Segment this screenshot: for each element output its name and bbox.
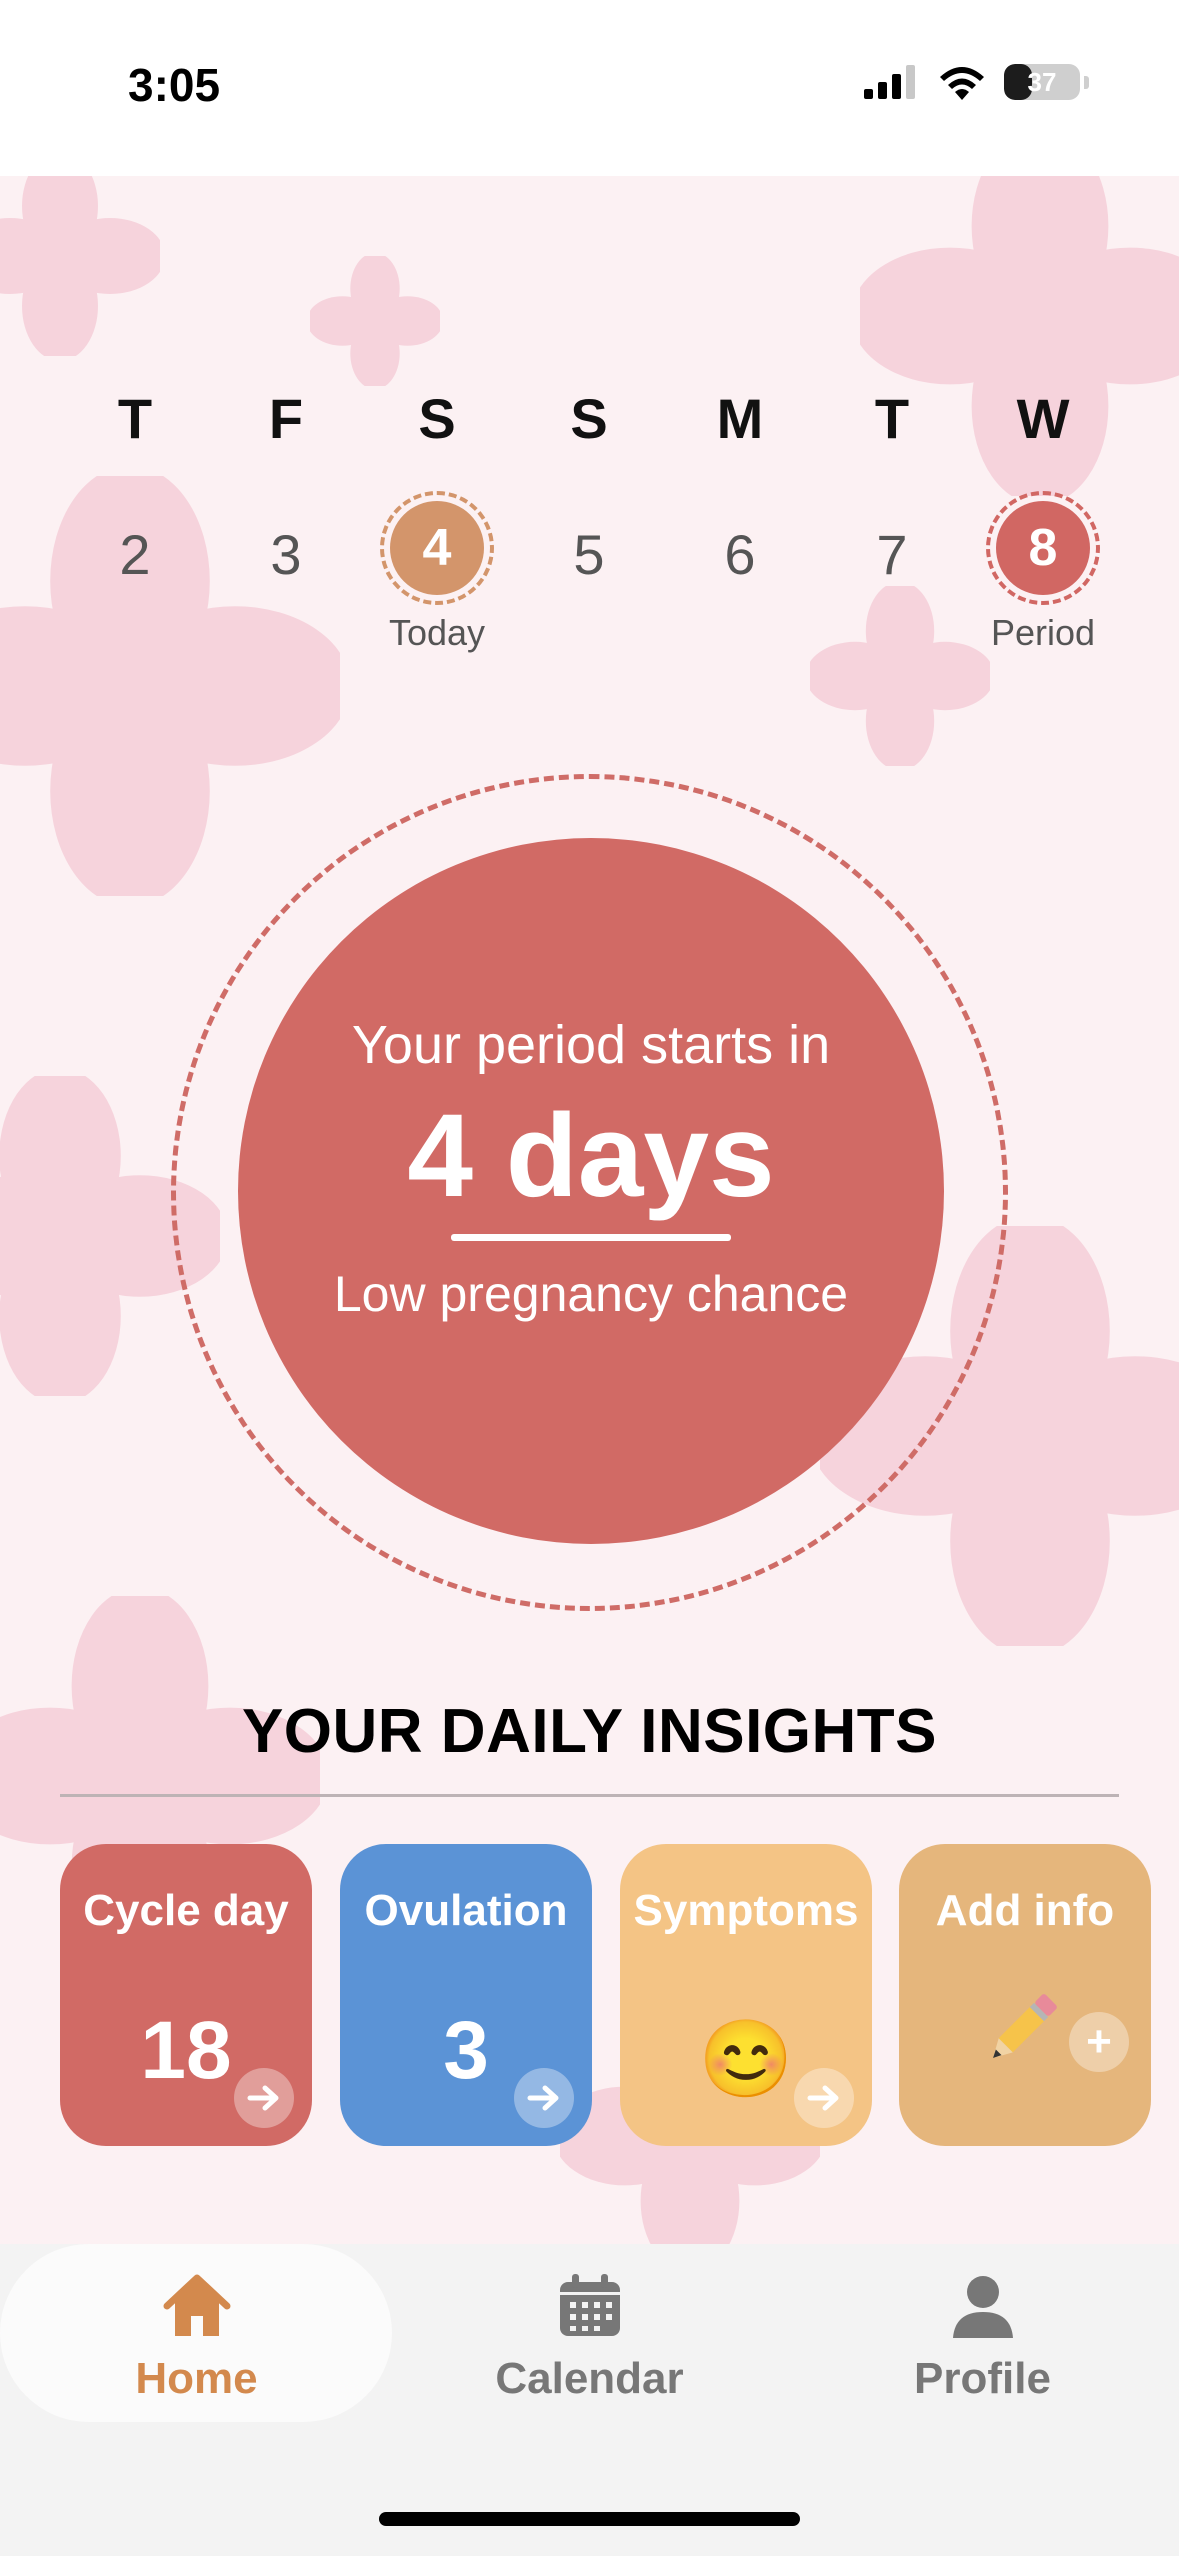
arrow-right-icon[interactable]	[234, 2068, 294, 2128]
wifi-icon	[940, 67, 984, 100]
day-number: 6	[724, 523, 756, 586]
week-strip: T 2 F 3 S 4 Today S 5 M 6 T 7 W 8 Period	[0, 386, 1179, 686]
insights-cards: Cycle day 18 Ovulation 3 Symptoms 😊 Add …	[0, 1844, 1179, 2154]
pencil-icon	[993, 1994, 1057, 2058]
battery-icon: 37	[1004, 64, 1080, 100]
cycle-day-card[interactable]: Cycle day 18	[60, 1844, 312, 2146]
period-caption: Period	[990, 612, 1096, 653]
status-icons: 37	[864, 64, 1089, 100]
tab-label: Home	[135, 2354, 258, 2403]
period-intro-text: Your period starts in	[351, 1015, 831, 1075]
tab-label: Calendar	[495, 2354, 684, 2403]
period-days-count: 4 days	[407, 1090, 775, 1222]
flower-decoration-icon	[0, 176, 160, 356]
day-letter: T	[117, 387, 153, 450]
period-divider	[451, 1234, 731, 1241]
card-label: Ovulation	[364, 1886, 568, 1935]
day-number: 7	[876, 523, 908, 586]
day-letter: F	[268, 387, 304, 450]
card-label: Add info	[935, 1886, 1115, 1935]
card-label: Cycle day	[83, 1886, 289, 1935]
tab-label: Profile	[914, 2354, 1051, 2403]
day-letter: S	[418, 387, 456, 450]
plus-icon[interactable]: +	[1069, 2012, 1129, 2072]
today-caption: Today	[388, 612, 486, 653]
status-bar: 3:05 37	[0, 0, 1179, 176]
home-icon	[163, 2274, 231, 2336]
day-letter: T	[874, 387, 910, 450]
ovulation-card[interactable]: Ovulation 3	[340, 1844, 592, 2146]
flower-decoration-icon	[310, 256, 440, 386]
tab-profile[interactable]: Profile	[786, 2244, 1179, 2424]
battery-level: 37	[1027, 66, 1057, 97]
day-letter: W	[1016, 387, 1070, 450]
day-number: 2	[119, 523, 151, 586]
calendar-icon	[560, 2274, 620, 2336]
signal-icon	[864, 65, 915, 99]
day-number: 5	[573, 523, 605, 586]
pregnancy-chance-text: Low pregnancy chance	[333, 1266, 849, 1322]
insights-title: YOUR DAILY INSIGHTS	[241, 1697, 938, 1766]
period-badge: 8	[986, 491, 1100, 605]
tab-bar: Home Calendar Profile	[0, 2244, 1179, 2556]
day-letter: S	[570, 387, 608, 450]
period-circle[interactable]: Your period starts in 4 days Low pregnan…	[238, 838, 944, 1544]
card-label: Symptoms	[633, 1886, 859, 1935]
home-indicator	[379, 2512, 800, 2526]
symptoms-card[interactable]: Symptoms 😊	[620, 1844, 872, 2146]
arrow-right-icon[interactable]	[794, 2068, 854, 2128]
profile-icon	[953, 2276, 1013, 2338]
day-number: 3	[270, 523, 302, 586]
day-number: 8	[1028, 519, 1058, 577]
status-time: 3:05	[128, 59, 221, 111]
today-badge: 4	[380, 491, 494, 605]
tab-calendar[interactable]: Calendar	[393, 2244, 786, 2424]
tab-home[interactable]: Home	[0, 2244, 393, 2424]
add-info-card[interactable]: Add info +	[899, 1844, 1151, 2146]
home-screen: T 2 F 3 S 4 Today S 5 M 6 T 7 W 8 Period	[0, 176, 1179, 2244]
insights-divider	[60, 1794, 1119, 1797]
day-letter: M	[716, 387, 764, 450]
arrow-right-icon[interactable]	[514, 2068, 574, 2128]
day-number: 4	[422, 519, 452, 577]
